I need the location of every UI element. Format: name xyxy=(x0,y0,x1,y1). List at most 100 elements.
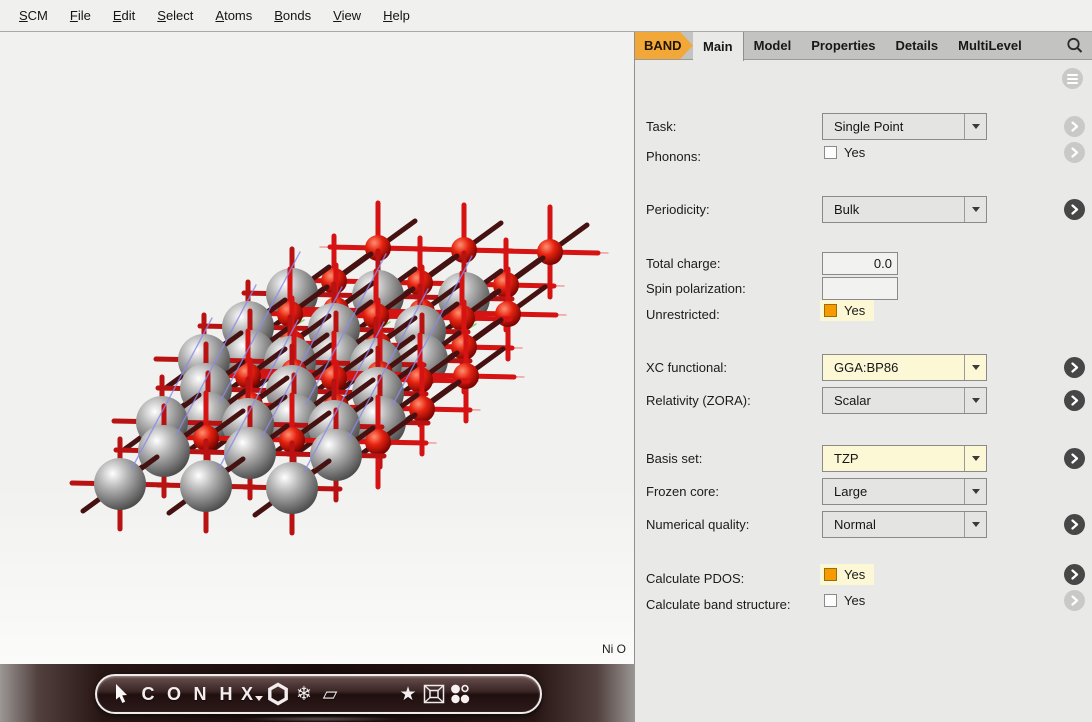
menu-bar: SCMFileEditSelectAtomsBondsViewHelp xyxy=(0,0,1092,32)
chevron-down-icon[interactable] xyxy=(964,197,986,222)
unrestricted-checkbox-label: Yes xyxy=(844,303,865,318)
row-calculate-pdos-label: Calculate PDOS: xyxy=(646,565,744,592)
xc-functional-dropdown[interactable]: GGA:BP86 xyxy=(822,354,987,381)
menu-item-bonds[interactable]: Bonds xyxy=(263,8,322,23)
phonons-checkbox-label: Yes xyxy=(844,145,865,160)
xc-functional-dropdown-value: GGA:BP86 xyxy=(823,360,964,375)
basis-set-dropdown[interactable]: TZP xyxy=(822,445,987,472)
calculate-pdos-detail-button[interactable] xyxy=(1064,564,1085,585)
element-button-x[interactable]: X xyxy=(239,674,265,714)
unrestricted-checkbox[interactable] xyxy=(824,304,837,317)
ams-input-window: SCMFileEditSelectAtomsBondsViewHelp Ni O… xyxy=(0,0,1092,722)
phonons-checkbox-row: Yes xyxy=(820,142,874,163)
menu-item-scm[interactable]: SCM xyxy=(8,8,59,23)
tab-model[interactable]: Model xyxy=(744,32,802,59)
relativity-dropdown[interactable]: Scalar xyxy=(822,387,987,414)
element-button-o[interactable]: O xyxy=(161,674,187,714)
chevron-down-icon[interactable] xyxy=(964,355,986,380)
chevron-down-icon[interactable] xyxy=(964,512,986,537)
calculate-band-structure-checkbox[interactable] xyxy=(824,594,837,607)
tab-main[interactable]: Main xyxy=(693,32,744,61)
ni-atom[interactable] xyxy=(224,427,276,479)
task-detail-button xyxy=(1064,116,1085,137)
chevron-down-icon[interactable] xyxy=(964,446,986,471)
element-button-h[interactable]: H xyxy=(213,674,239,714)
row-spin-polarization-label: Spin polarization: xyxy=(646,275,746,302)
numerical-quality-dropdown[interactable]: Normal xyxy=(822,511,987,538)
frozen-core-dropdown[interactable]: Large xyxy=(822,478,987,505)
numerical-quality-detail-button[interactable] xyxy=(1064,514,1085,535)
total-charge-field[interactable] xyxy=(822,252,898,275)
calculate-band-structure-checkbox-label: Yes xyxy=(844,593,865,608)
search-icon[interactable] xyxy=(1064,35,1086,57)
task-dropdown-value: Single Point xyxy=(823,119,964,134)
periodicity-detail-button[interactable] xyxy=(1064,199,1085,220)
row-numerical-quality-label: Numerical quality: xyxy=(646,511,749,538)
ni-atom[interactable] xyxy=(180,460,232,512)
favorites-star-icon[interactable]: ★ xyxy=(395,674,421,714)
menu-item-help[interactable]: Help xyxy=(372,8,421,23)
ni-atom[interactable] xyxy=(94,458,146,510)
fragments-dots-icon[interactable] xyxy=(447,674,473,714)
menu-item-view[interactable]: View xyxy=(322,8,372,23)
element-toolbar: CONHX ❄▱ ★ xyxy=(95,674,542,714)
structure-viewer[interactable]: Ni O xyxy=(0,32,635,664)
menu-item-atoms[interactable]: Atoms xyxy=(204,8,263,23)
basis-set-dropdown-value: TZP xyxy=(823,451,964,466)
frozen-core-dropdown-value: Large xyxy=(823,484,964,499)
row-phonons-label: Phonons: xyxy=(646,143,701,170)
phonons-checkbox[interactable] xyxy=(824,146,837,159)
tabs: MainModelPropertiesDetailsMultiLevel xyxy=(693,32,1032,59)
periodicity-dropdown-value: Bulk xyxy=(823,202,964,217)
task-dropdown[interactable]: Single Point xyxy=(822,113,987,140)
row-relativity-label: Relativity (ZORA): xyxy=(646,387,751,414)
relativity-detail-button[interactable] xyxy=(1064,390,1085,411)
phonons-detail-button xyxy=(1064,142,1085,163)
row-xc-functional-label: XC functional: xyxy=(646,354,727,381)
menu-item-edit[interactable]: Edit xyxy=(102,8,146,23)
perspective-box-icon[interactable] xyxy=(421,674,447,714)
calculate-band-structure-checkbox-row: Yes xyxy=(820,590,874,611)
row-task-label: Task: xyxy=(646,113,676,140)
ni-atom[interactable] xyxy=(138,425,190,477)
crystal-tool-icon[interactable]: ❄ xyxy=(291,674,317,714)
crystal-structure-scene[interactable] xyxy=(0,32,634,664)
calculate-pdos-checkbox[interactable] xyxy=(824,568,837,581)
menu-item-file[interactable]: File xyxy=(59,8,102,23)
tab-properties[interactable]: Properties xyxy=(801,32,885,59)
plane-tool-icon[interactable]: ▱ xyxy=(317,674,343,714)
tab-multilevel[interactable]: MultiLevel xyxy=(948,32,1032,59)
periodicity-dropdown[interactable]: Bulk xyxy=(822,196,987,223)
spin-polarization-field[interactable] xyxy=(822,277,898,300)
row-basis-set-label: Basis set: xyxy=(646,445,702,472)
tab-details[interactable]: Details xyxy=(886,32,949,59)
calculate-pdos-checkbox-label: Yes xyxy=(844,567,865,582)
element-button-c[interactable]: C xyxy=(135,674,161,714)
chevron-down-icon[interactable] xyxy=(964,388,986,413)
input-panel: BAND MainModelPropertiesDetailsMultiLeve… xyxy=(635,32,1092,722)
row-total-charge-label: Total charge: xyxy=(646,250,720,277)
tab-bar: BAND MainModelPropertiesDetailsMultiLeve… xyxy=(635,32,1092,60)
formula-label: Ni O xyxy=(602,642,626,656)
ni-atom[interactable] xyxy=(310,429,362,481)
band-badge: BAND xyxy=(635,32,693,59)
unrestricted-checkbox-row: Yes xyxy=(820,300,874,321)
panel-menu-icon[interactable] xyxy=(1062,68,1083,89)
row-periodicity-label: Periodicity: xyxy=(646,196,710,223)
calculate-pdos-checkbox-row: Yes xyxy=(820,564,874,585)
menu-item-select[interactable]: Select xyxy=(146,8,204,23)
ring-tool-icon[interactable] xyxy=(265,674,291,714)
toolbar-strip: CONHX ❄▱ ★ xyxy=(0,664,635,722)
basis-set-detail-button[interactable] xyxy=(1064,448,1085,469)
row-unrestricted-label: Unrestricted: xyxy=(646,301,720,328)
pointer-icon[interactable] xyxy=(109,674,135,714)
chevron-down-icon[interactable] xyxy=(964,479,986,504)
relativity-dropdown-value: Scalar xyxy=(823,393,964,408)
toolbar-spacer xyxy=(343,694,395,695)
ni-atom[interactable] xyxy=(266,462,318,514)
xc-functional-detail-button[interactable] xyxy=(1064,357,1085,378)
calculate-band-structure-detail-button xyxy=(1064,590,1085,611)
toolbar-reflection xyxy=(240,716,400,722)
chevron-down-icon[interactable] xyxy=(964,114,986,139)
element-button-n[interactable]: N xyxy=(187,674,213,714)
